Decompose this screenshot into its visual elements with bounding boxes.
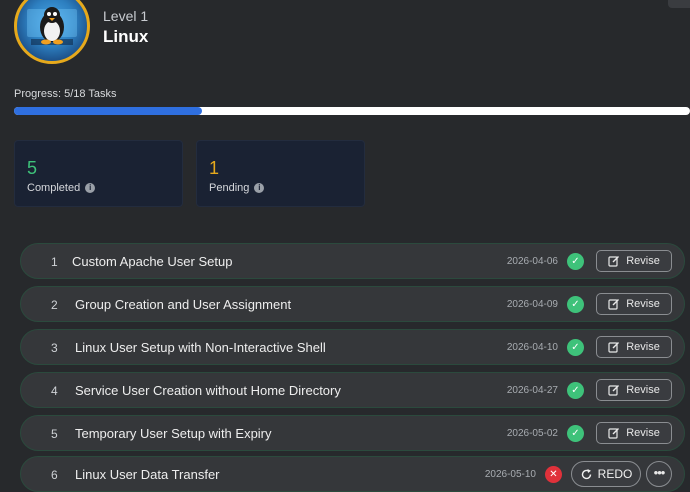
redo-label: REDO <box>597 467 633 481</box>
task-index: 3 <box>51 341 58 355</box>
task-date: 2026-04-09 <box>506 299 558 310</box>
check-icon: ✓ <box>567 425 584 442</box>
course-level: Level 1 <box>103 8 149 24</box>
task-title[interactable]: Linux User Setup with Non-Interactive Sh… <box>75 340 326 355</box>
task-title[interactable]: Temporary User Setup with Expiry <box>75 426 272 441</box>
completed-stat-card: 5 Completed i <box>14 140 183 207</box>
task-title[interactable]: Group Creation and User Assignment <box>75 297 291 312</box>
revise-button[interactable]: Revise <box>596 293 672 315</box>
pending-label-wrap: Pending i <box>209 182 265 194</box>
task-row[interactable]: 1 Custom Apache User Setup 2026-04-06 ✓ … <box>20 243 685 279</box>
completed-count: 5 <box>27 158 38 178</box>
task-row[interactable]: 5 Temporary User Setup with Expiry 2026-… <box>20 415 685 451</box>
pending-label: Pending <box>209 182 250 194</box>
task-row[interactable]: 4 Service User Creation without Home Dir… <box>20 372 685 408</box>
info-icon[interactable]: i <box>254 183 265 193</box>
completed-label-wrap: Completed i <box>27 182 96 194</box>
progress-bar <box>14 107 690 115</box>
completed-label: Completed <box>27 182 81 194</box>
task-index: 1 <box>51 255 58 269</box>
task-row[interactable]: 2 Group Creation and User Assignment 202… <box>20 286 685 322</box>
revise-button[interactable]: Revise <box>596 422 672 444</box>
task-index: 4 <box>51 384 58 398</box>
edit-icon <box>608 342 620 353</box>
check-icon: ✓ <box>567 339 584 356</box>
progress-label: Progress: 5/18 Tasks <box>14 88 117 100</box>
course-avatar <box>14 0 90 64</box>
task-date: 2026-04-06 <box>506 256 558 267</box>
revise-button[interactable]: Revise <box>596 336 672 358</box>
close-icon: ✕ <box>545 466 562 483</box>
window-corner <box>668 0 690 8</box>
task-date: 2026-04-10 <box>506 342 558 353</box>
task-title[interactable]: Linux User Data Transfer <box>75 467 220 482</box>
task-title[interactable]: Service User Creation without Home Direc… <box>75 383 341 398</box>
task-title[interactable]: Custom Apache User Setup <box>72 254 232 269</box>
task-index: 5 <box>51 427 58 441</box>
revise-label: Revise <box>626 384 660 396</box>
redo-icon <box>581 468 591 479</box>
edit-icon <box>608 256 620 267</box>
task-date: 2026-05-10 <box>484 469 536 480</box>
edit-icon <box>608 299 620 310</box>
revise-label: Revise <box>626 427 660 439</box>
task-index: 6 <box>51 468 58 482</box>
progress-fill <box>14 107 202 115</box>
revise-button[interactable]: Revise <box>596 250 672 272</box>
task-index: 2 <box>51 298 58 312</box>
revise-label: Revise <box>626 298 660 310</box>
edit-icon <box>608 428 620 439</box>
course-title: Linux <box>103 27 149 46</box>
pending-stat-card: 1 Pending i <box>196 140 365 207</box>
edit-icon <box>608 385 620 396</box>
check-icon: ✓ <box>567 382 584 399</box>
pending-count: 1 <box>209 158 220 178</box>
penguin-icon <box>27 7 77 45</box>
more-icon[interactable]: ••• <box>646 461 672 487</box>
check-icon: ✓ <box>567 296 584 313</box>
redo-button[interactable]: REDO <box>571 461 641 487</box>
info-icon[interactable]: i <box>85 183 96 193</box>
task-row[interactable]: 3 Linux User Setup with Non-Interactive … <box>20 329 685 365</box>
task-date: 2026-05-02 <box>506 428 558 439</box>
task-date: 2026-04-27 <box>506 385 558 396</box>
revise-button[interactable]: Revise <box>596 379 672 401</box>
revise-label: Revise <box>626 341 660 353</box>
task-row[interactable]: 6 Linux User Data Transfer 2026-05-10 ✕ … <box>20 456 685 492</box>
check-icon: ✓ <box>567 253 584 270</box>
revise-label: Revise <box>626 255 660 267</box>
